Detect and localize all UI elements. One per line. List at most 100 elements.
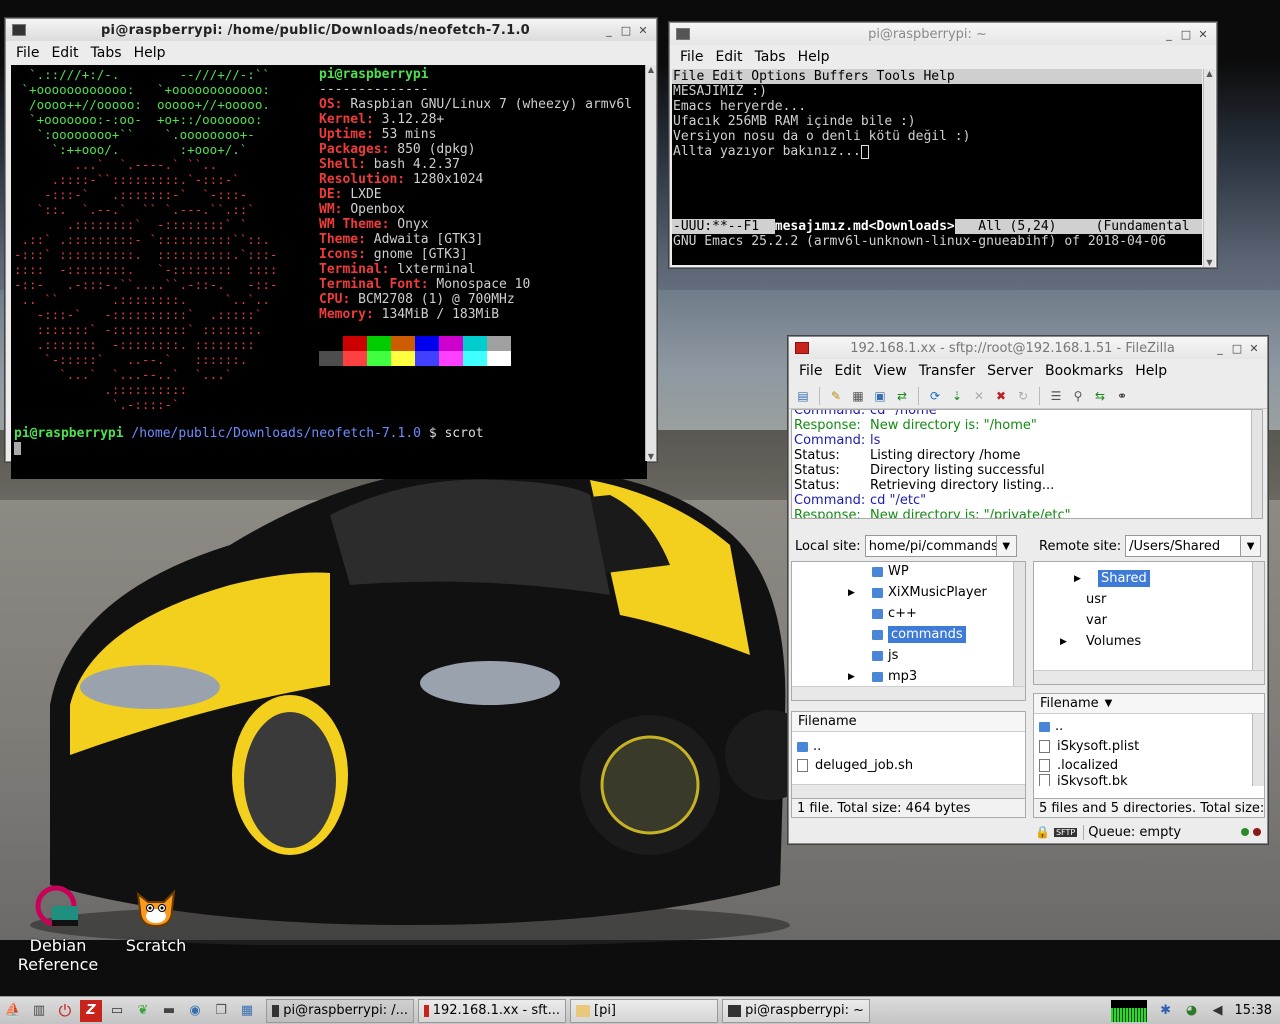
- site-manager-icon[interactable]: ▤: [793, 387, 813, 405]
- terminal-window-neofetch[interactable]: pi@raspberrypi: /home/public/Downloads/n…: [5, 18, 657, 479]
- local-site-dropdown-icon[interactable]: ▼: [996, 535, 1017, 557]
- local-tree-scrollbar[interactable]: [1013, 562, 1025, 686]
- toggle-local-tree-icon[interactable]: ▦: [848, 387, 868, 405]
- menu-edit[interactable]: Edit: [709, 49, 748, 65]
- menu-file[interactable]: File: [793, 363, 828, 379]
- scroll-up-arrow-icon[interactable]: ▲: [1204, 69, 1215, 78]
- remote-list-scrollbar[interactable]: [1252, 714, 1264, 786]
- maximize-button[interactable]: □: [619, 24, 633, 37]
- menu-help[interactable]: Help: [128, 45, 172, 61]
- remote-site-input[interactable]: /Users/Shared: [1125, 535, 1242, 557]
- leafpad-launcher-icon[interactable]: ❦: [132, 1000, 154, 1022]
- minimize-button[interactable]: _: [602, 24, 616, 37]
- menu-bookmarks[interactable]: Bookmarks: [1039, 363, 1129, 379]
- local-list-hscrollbar[interactable]: [792, 784, 1025, 798]
- menu-tabs[interactable]: Tabs: [749, 49, 792, 65]
- menu-help[interactable]: Help: [792, 49, 836, 65]
- bluetooth-icon[interactable]: ✱: [1155, 1000, 1177, 1022]
- maximize-button[interactable]: □: [1179, 28, 1193, 41]
- window-list-icon[interactable]: ❐: [210, 1000, 232, 1022]
- filezilla-launcher-icon[interactable]: Z: [80, 999, 102, 1022]
- volume-icon[interactable]: ◀: [1207, 1000, 1229, 1022]
- terminal2-titlebar[interactable]: pi@raspberrypi: ~ _ □ ✕: [670, 23, 1216, 45]
- workspace-switcher-icon[interactable]: ▦: [236, 1000, 258, 1022]
- shell-prompt[interactable]: pi@raspberrypi /home/public/Downloads/ne…: [14, 426, 484, 456]
- minimize-button[interactable]: _: [1213, 342, 1227, 355]
- clock[interactable]: 15:38: [1231, 1003, 1280, 1018]
- scroll-down-arrow-icon[interactable]: ▼: [646, 452, 656, 461]
- tree-item[interactable]: usr: [1086, 589, 1106, 610]
- message-log[interactable]: Command: cd "/home" Response: New director…: [791, 409, 1263, 519]
- menu-start-icon[interactable]: ⛵: [2, 1000, 24, 1022]
- file-row[interactable]: iSkysoft.bk: [1039, 774, 1128, 786]
- tree-item-selected[interactable]: commands: [872, 624, 966, 645]
- local-filename-header[interactable]: Filename: [792, 712, 1025, 732]
- menu-view[interactable]: View: [868, 363, 913, 379]
- refresh-icon[interactable]: ⟳: [925, 387, 945, 405]
- taskbar-task-filezilla[interactable]: 192.168.1.xx - sft...: [418, 998, 566, 1023]
- file-manager-icon[interactable]: ▥: [28, 1000, 50, 1022]
- menu-file[interactable]: File: [674, 49, 709, 65]
- menu-server[interactable]: Server: [981, 363, 1039, 379]
- tree-item[interactable]: var: [1086, 610, 1107, 631]
- menu-edit[interactable]: Edit: [45, 45, 84, 61]
- close-button[interactable]: ✕: [636, 24, 650, 37]
- emacs-menubar[interactable]: File Edit Options Buffers Tools Help: [672, 69, 1202, 84]
- remote-directory-tree[interactable]: ▶ Shared usr var ▶ Volumes: [1033, 561, 1265, 685]
- tree-item[interactable]: ▶ XiXMusicPlayer: [848, 582, 987, 603]
- minimize-all-icon[interactable]: ▬: [158, 1000, 180, 1022]
- shutdown-icon[interactable]: ⏻: [54, 1000, 76, 1022]
- maximize-button[interactable]: □: [1230, 342, 1244, 355]
- remote-site-dropdown-icon[interactable]: ▼: [1241, 535, 1262, 557]
- tree-item[interactable]: WP: [872, 562, 909, 582]
- terminal-launcher-icon[interactable]: ▭: [106, 1000, 128, 1022]
- remote-filename-header[interactable]: Filename ▼: [1034, 694, 1264, 714]
- minimize-button[interactable]: _: [1162, 28, 1176, 41]
- file-row[interactable]: deluged_job.sh: [797, 755, 913, 776]
- taskbar-task-file-manager[interactable]: [pi]: [570, 998, 718, 1023]
- close-button[interactable]: ✕: [1247, 342, 1261, 355]
- sync-browsing-icon[interactable]: ⚲: [1068, 387, 1088, 405]
- disconnect-icon[interactable]: ✖: [991, 387, 1011, 405]
- menu-help[interactable]: Help: [1129, 363, 1173, 379]
- tree-item[interactable]: ▶ mp3: [848, 666, 917, 687]
- compare-directories-icon[interactable]: ⇆: [1090, 387, 1110, 405]
- scroll-up-arrow-icon[interactable]: ▲: [646, 65, 656, 74]
- menu-tabs[interactable]: Tabs: [85, 45, 128, 61]
- directory-filter-icon[interactable]: ☰: [1046, 387, 1066, 405]
- filezilla-titlebar[interactable]: 192.168.1.xx - sftp://root@192.168.1.51 …: [789, 337, 1267, 359]
- tree-item[interactable]: c++: [872, 603, 917, 624]
- terminal1-screen[interactable]: `.::///+:/-. --///+//-:`` `+oooooooooooo…: [11, 65, 647, 479]
- transfer-queue-icon[interactable]: ⇄: [892, 387, 912, 405]
- file-row[interactable]: iSkysoft.plist: [1039, 736, 1139, 757]
- terminal2-scrollbar[interactable]: ▲ ▼: [1203, 69, 1215, 267]
- close-button[interactable]: ✕: [1196, 28, 1210, 41]
- local-site-input[interactable]: home/pi/commands/: [864, 535, 997, 557]
- tree-item[interactable]: js: [872, 645, 898, 666]
- file-row[interactable]: .localized: [1039, 755, 1118, 776]
- process-queue-icon[interactable]: ⇣: [947, 387, 967, 405]
- menu-file[interactable]: File: [10, 45, 45, 61]
- file-row[interactable]: ..: [1039, 716, 1063, 737]
- file-row[interactable]: ..: [797, 736, 821, 757]
- toggle-log-icon[interactable]: ✎: [826, 387, 846, 405]
- terminal-window-emacs[interactable]: pi@raspberrypi: ~ _ □ ✕ File Edit Tabs H…: [669, 22, 1217, 268]
- remote-file-list[interactable]: Filename ▼ .. iSkysoft.plist .localized i…: [1033, 693, 1265, 799]
- scroll-down-arrow-icon[interactable]: ▼: [1204, 258, 1215, 267]
- emacs-buffer[interactable]: MESAJIMIZ :) Emacs heryerde... Ufacık 256M…: [672, 84, 1202, 159]
- local-directory-tree[interactable]: WP ▶ XiXMusicPlayer c++ commands js ▶ mp3: [791, 561, 1026, 701]
- search-remote-files-icon[interactable]: ⚭: [1112, 387, 1132, 405]
- browser-launcher-icon[interactable]: ◉: [184, 1000, 206, 1022]
- reconnect-icon[interactable]: ↻: [1013, 387, 1033, 405]
- terminal1-scrollbar[interactable]: ▲ ▼: [645, 65, 656, 461]
- terminal1-titlebar[interactable]: pi@raspberrypi: /home/public/Downloads/n…: [6, 19, 656, 41]
- taskbar-task-terminal2[interactable]: pi@raspberrypi: ~: [722, 998, 870, 1023]
- emacs-screen[interactable]: File Edit Options Buffers Tools Help MES…: [672, 69, 1202, 265]
- tree-item-selected[interactable]: ▶ Shared: [1074, 568, 1150, 589]
- remote-tree-hscrollbar[interactable]: [1034, 670, 1264, 684]
- toggle-remote-tree-icon[interactable]: ▣: [870, 387, 890, 405]
- desktop-icon-debian-reference[interactable]: Debian Reference: [8, 884, 108, 974]
- filezilla-window[interactable]: 192.168.1.xx - sftp://root@192.168.1.51 …: [788, 336, 1268, 844]
- remote-tree-scrollbar[interactable]: [1252, 562, 1264, 670]
- menu-transfer[interactable]: Transfer: [913, 363, 981, 379]
